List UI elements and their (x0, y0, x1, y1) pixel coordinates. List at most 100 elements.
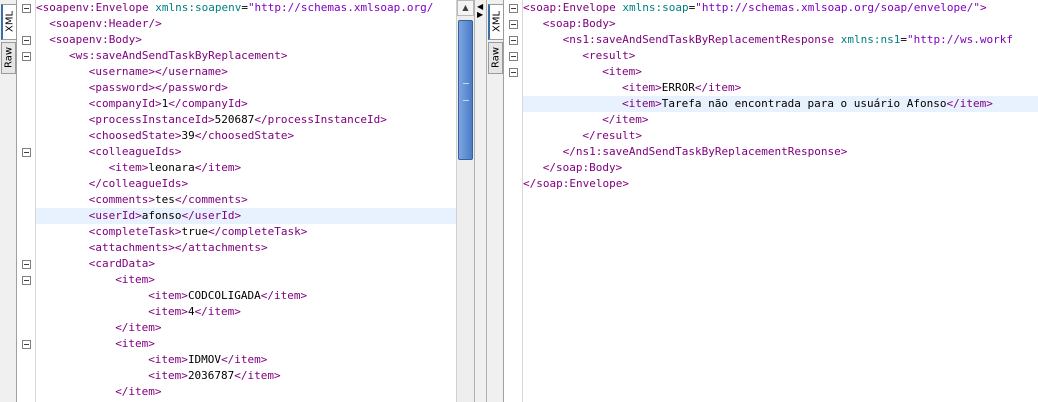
fold-minus-icon[interactable] (509, 20, 518, 29)
xml-line[interactable]: </soap:Body> (523, 160, 1038, 176)
xml-line[interactable]: </ns1:saveAndSendTaskByReplacementRespon… (523, 144, 1038, 160)
xml-attr-value: "http://schemas.xmlsoap.org/soap/envelop… (695, 1, 980, 14)
tab-xml[interactable]: XML (1, 4, 17, 40)
xml-tag: </completeTask> (208, 225, 308, 238)
xml-text: leonara (148, 161, 195, 174)
xml-text: Tarefa não encontrada para o usuário Afo… (661, 97, 947, 110)
response-view-tabs: XML Raw (487, 0, 504, 402)
xml-text: 2036787 (187, 369, 235, 382)
scrollbar-thumb[interactable] (458, 20, 473, 160)
xml-line[interactable]: </item> (36, 320, 474, 336)
xml-text: IDMOV (187, 353, 222, 366)
xml-line[interactable]: <userId>afonso</userId> (36, 208, 474, 224)
xml-line[interactable]: <processInstanceId>520687</processInstan… (36, 112, 474, 128)
xml-tag: <item> (148, 369, 188, 382)
xml-line[interactable]: </colleagueIds> (36, 176, 474, 192)
xml-line[interactable]: <item> (523, 64, 1038, 80)
xml-line[interactable]: <soapenv:Body> (36, 32, 474, 48)
xml-tag: </result> (582, 129, 642, 142)
xml-tag: <soap:Body> (542, 17, 616, 30)
xml-line[interactable]: <item>CODCOLIGADA</item> (36, 288, 474, 304)
xml-line[interactable]: </result> (523, 128, 1038, 144)
xml-line[interactable]: <password></password> (36, 80, 474, 96)
fold-minus-icon[interactable] (22, 36, 31, 45)
xml-tag: <item> (622, 81, 662, 94)
xml-line[interactable]: <comments>tes</comments> (36, 192, 474, 208)
xml-line[interactable]: <result> (523, 48, 1038, 64)
response-xml-editor[interactable]: <soap:Envelope xmlns:soap = "http://schema… (523, 0, 1038, 192)
xml-attr-value: "http://ws.workf (906, 33, 1013, 46)
xml-line[interactable]: <item> (36, 272, 474, 288)
xml-line[interactable]: <item>ERROR</item> (523, 80, 1038, 96)
xml-tag: </attachments> (174, 241, 268, 254)
xml-line[interactable]: <item>2036787</item> (36, 368, 474, 384)
pane-splitter[interactable]: ◀ ▶ (474, 0, 487, 402)
xml-tag: <cardData> (88, 257, 156, 270)
xml-text: = (900, 33, 907, 46)
collapse-right-arrow-icon[interactable]: ▶ (477, 10, 483, 19)
tab-raw[interactable]: Raw (1, 42, 16, 74)
xml-tag: </item> (694, 81, 742, 94)
xml-tag: </ns1:saveAndSendTaskByReplacementRespon… (562, 145, 848, 158)
xml-line[interactable]: <ns1:saveAndSendTaskByReplacementRespons… (523, 32, 1038, 48)
xml-attr-value: "http://schemas.xmlsoap.org/ (247, 1, 434, 14)
fold-minus-icon[interactable] (22, 52, 31, 61)
xml-line[interactable]: <soap:Envelope xmlns:soap="http://schema… (523, 0, 1038, 16)
fold-minus-icon[interactable] (22, 4, 31, 13)
xml-line[interactable]: <item> (36, 336, 474, 352)
tab-xml-label: XML (4, 10, 16, 33)
xml-line[interactable]: <soapenv:Header/> (36, 16, 474, 32)
fold-gutter (17, 0, 36, 402)
xml-tag: </item> (946, 97, 993, 110)
xml-line[interactable]: <item>IDMOV</item> (36, 352, 474, 368)
vertical-scrollbar[interactable]: ▲ (456, 0, 474, 402)
xml-tag: <colleagueIds> (88, 145, 182, 158)
xml-tag: </choosedState> (194, 129, 295, 142)
xml-tag: </userId> (181, 209, 242, 222)
xml-line[interactable]: <item>leonara</item> (36, 160, 474, 176)
xml-tag: </soap:Envelope> (523, 177, 629, 190)
xml-line[interactable]: </item> (523, 112, 1038, 128)
xml-tag: <attachments> (88, 241, 175, 254)
xml-text: = (241, 1, 248, 14)
fold-minus-icon[interactable] (509, 68, 518, 77)
fold-minus-icon[interactable] (509, 36, 518, 45)
xml-tag: <item> (148, 289, 188, 302)
xml-tag: > (979, 1, 987, 14)
xml-tag: <soapenv:Envelope (36, 1, 156, 14)
xml-tag: <soap:Envelope (523, 1, 623, 14)
xml-tag: </item> (260, 289, 308, 302)
tab-xml[interactable]: XML (488, 4, 504, 40)
xml-text: tes (155, 193, 175, 206)
xml-tag: <processInstanceId> (88, 113, 215, 126)
xml-tag: <result> (582, 49, 636, 62)
xml-line[interactable]: <cardData> (36, 256, 474, 272)
xml-tag: <item> (148, 353, 188, 366)
fold-minus-icon[interactable] (22, 340, 31, 349)
xml-tag: <password> (88, 81, 156, 94)
xml-line[interactable]: <choosedState>39</choosedState> (36, 128, 474, 144)
xml-line[interactable]: <soap:Body> (523, 16, 1038, 32)
xml-line[interactable]: <colleagueIds> (36, 144, 474, 160)
xml-line[interactable]: <ws:saveAndSendTaskByReplacement> (36, 48, 474, 64)
xml-line[interactable]: </item> (36, 384, 474, 400)
xml-tag: <item> (115, 337, 155, 350)
fold-minus-icon[interactable] (509, 4, 518, 13)
arrow-up-icon[interactable]: ▲ (457, 0, 474, 16)
tab-raw[interactable]: Raw (488, 42, 503, 74)
xml-line[interactable]: <completeTask>true</completeTask> (36, 224, 474, 240)
xml-line[interactable]: <item>Tarefa não encontrada para o usuár… (523, 96, 1038, 112)
xml-line[interactable]: </soap:Envelope> (523, 176, 1038, 192)
xml-line[interactable]: <username></username> (36, 64, 474, 80)
xml-line[interactable]: <companyId>1</companyId> (36, 96, 474, 112)
xml-tag: </item> (602, 113, 649, 126)
request-xml-editor[interactable]: <soapenv:Envelope xmlns:soapenv="http://… (36, 0, 474, 400)
fold-minus-icon[interactable] (22, 148, 31, 157)
xml-line[interactable]: <attachments></attachments> (36, 240, 474, 256)
fold-minus-icon[interactable] (22, 260, 31, 269)
xml-line[interactable]: <soapenv:Envelope xmlns:soapenv="http://… (36, 0, 474, 16)
xml-line[interactable]: <item>4</item> (36, 304, 474, 320)
fold-minus-icon[interactable] (22, 276, 31, 285)
fold-minus-icon[interactable] (509, 52, 518, 61)
xml-tag: <ns1:saveAndSendTaskByReplacementRespons… (562, 33, 841, 46)
